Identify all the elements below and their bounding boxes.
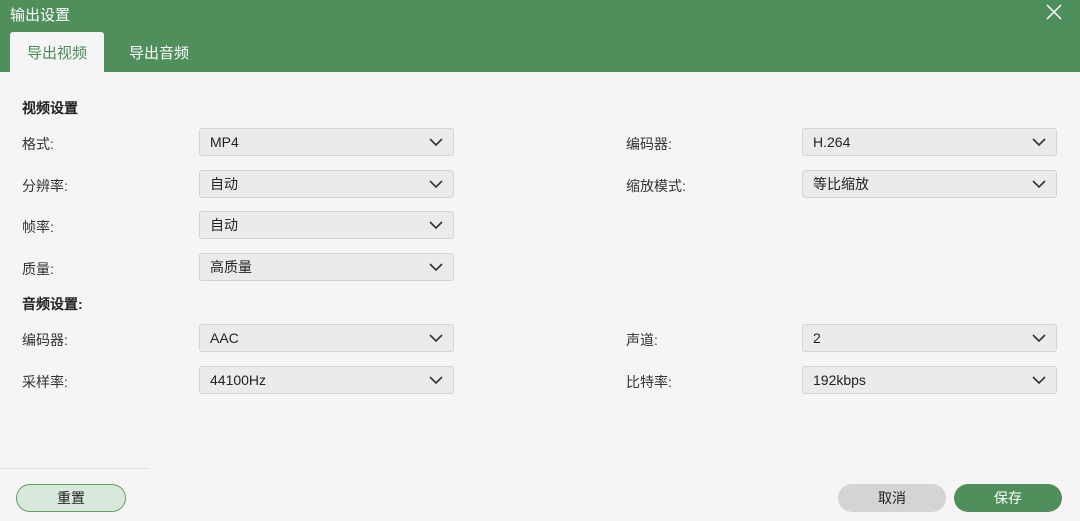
quality-label: 质量:: [22, 261, 54, 277]
close-icon[interactable]: [1044, 2, 1064, 22]
channels-label: 声道:: [626, 332, 658, 348]
video-encoder-label: 编码器:: [626, 136, 672, 152]
chevron-down-icon: [1032, 332, 1046, 344]
resolution-label: 分辨率:: [22, 178, 68, 194]
chevron-down-icon: [1032, 178, 1046, 190]
resolution-value: 自动: [210, 176, 238, 192]
chevron-down-icon: [429, 332, 443, 344]
bitrate-value: 192kbps: [813, 372, 866, 388]
audio-encoder-label: 编码器:: [22, 332, 68, 348]
framerate-label: 帧率:: [22, 219, 54, 235]
channels-select[interactable]: 2: [802, 324, 1057, 352]
audio-settings-heading: 音频设置:: [22, 296, 83, 312]
bitrate-label: 比特率:: [626, 374, 672, 390]
sample-rate-select[interactable]: 44100Hz: [199, 366, 454, 394]
channels-value: 2: [813, 330, 821, 346]
audio-encoder-value: AAC: [210, 330, 239, 346]
chevron-down-icon: [429, 136, 443, 148]
video-encoder-select[interactable]: H.264: [802, 128, 1057, 156]
zoom-mode-label: 缩放模式:: [626, 178, 686, 194]
quality-value: 高质量: [210, 259, 252, 275]
tab-export-video[interactable]: 导出视频: [10, 32, 104, 72]
format-label: 格式:: [22, 136, 54, 152]
zoom-mode-select[interactable]: 等比缩放: [802, 170, 1057, 198]
chevron-down-icon: [1032, 136, 1046, 148]
save-button[interactable]: 保存: [954, 484, 1062, 512]
title-bar: 输出设置 导出视频 导出音频: [0, 0, 1080, 72]
sample-rate-value: 44100Hz: [210, 372, 267, 388]
chevron-down-icon: [429, 374, 443, 386]
reset-button[interactable]: 重置: [16, 484, 126, 512]
chevron-down-icon: [429, 178, 443, 190]
sample-rate-label: 采样率:: [22, 374, 68, 390]
chevron-down-icon: [429, 219, 443, 231]
bitrate-select[interactable]: 192kbps: [802, 366, 1057, 394]
footer-divider: [0, 468, 150, 469]
cancel-button[interactable]: 取消: [838, 484, 946, 512]
resolution-select[interactable]: 自动: [199, 170, 454, 198]
format-select[interactable]: MP4: [199, 128, 454, 156]
audio-encoder-select[interactable]: AAC: [199, 324, 454, 352]
format-value: MP4: [210, 134, 239, 150]
framerate-value: 自动: [210, 217, 238, 233]
zoom-mode-value: 等比缩放: [813, 176, 869, 192]
framerate-select[interactable]: 自动: [199, 211, 454, 239]
quality-select[interactable]: 高质量: [199, 253, 454, 281]
chevron-down-icon: [1032, 374, 1046, 386]
window-title: 输出设置: [10, 7, 71, 24]
chevron-down-icon: [429, 261, 443, 273]
video-settings-heading: 视频设置: [22, 100, 78, 116]
tab-export-audio[interactable]: 导出音频: [112, 32, 206, 72]
video-encoder-value: H.264: [813, 134, 851, 150]
